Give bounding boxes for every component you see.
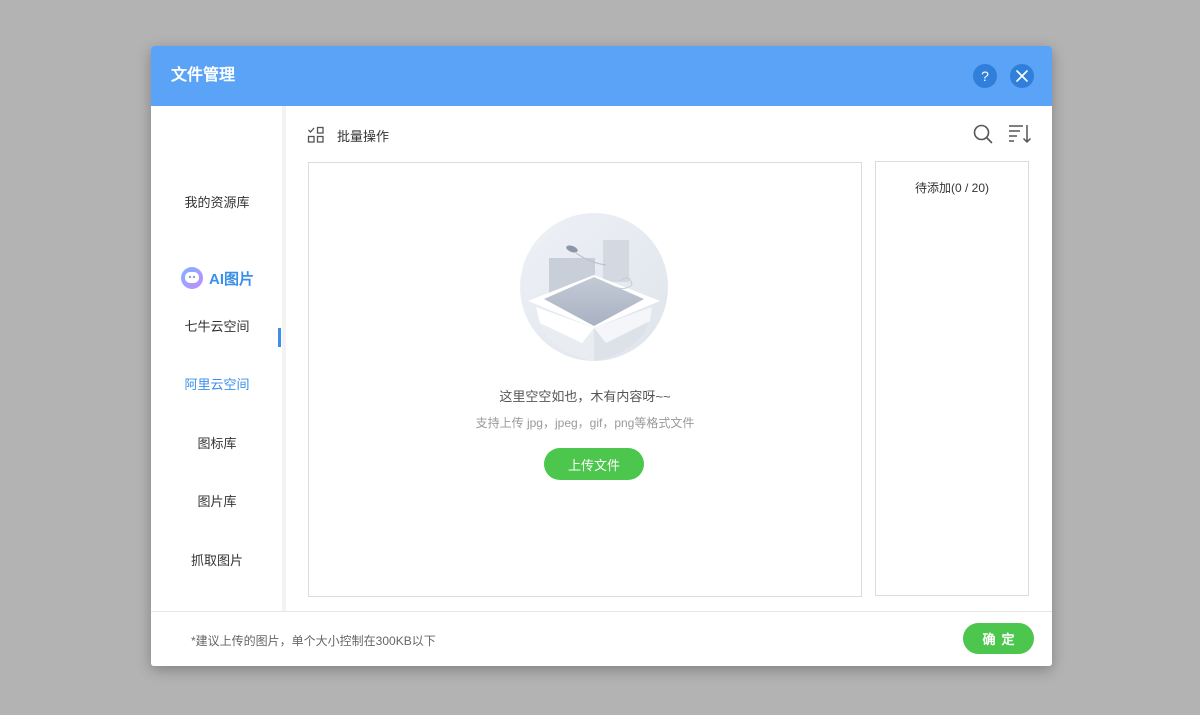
sidebar: 我的资源库 AI图片 七牛云空间 阿里云空间 图标库 图片库 抓取图片 (151, 106, 283, 611)
empty-state-hint: 支持上传 jpg，jpeg，gif，png等格式文件 (475, 416, 695, 430)
sidebar-item-label: AI图片 (209, 270, 255, 288)
sidebar-divider (282, 106, 286, 611)
footer-note: *建议上传的图片，单个大小控制在300KB以下 (191, 634, 436, 648)
sidebar-item-grab-images[interactable]: 抓取图片 (151, 552, 283, 570)
dialog-footer: *建议上传的图片，单个大小控制在300KB以下 确定 (151, 611, 1052, 666)
file-content-panel: 这里空空如也，木有内容呀~~ 支持上传 jpg，jpeg，gif，png等格式文… (308, 162, 862, 597)
active-indicator (278, 328, 281, 347)
close-button[interactable] (1010, 64, 1034, 88)
pending-count-title: 待添加(0 / 20) (914, 181, 990, 195)
sort-icon[interactable] (1008, 123, 1032, 145)
confirm-button[interactable]: 确定 (963, 623, 1034, 654)
dialog-header: 文件管理 ? (151, 46, 1052, 106)
empty-state-title: 这里空空如也，木有内容呀~~ (499, 389, 671, 404)
pending-panel: 待添加(0 / 20) (875, 161, 1029, 596)
batch-select-icon (307, 126, 324, 143)
ai-robot-icon (181, 267, 203, 289)
file-manager-dialog: 文件管理 ? 我的资源库 AI图片 七牛云空间 阿里云空间 图标库 图片库 抓取… (151, 46, 1052, 666)
upload-file-button[interactable]: 上传文件 (544, 448, 644, 480)
sidebar-item-icon-library[interactable]: 图标库 (151, 435, 283, 453)
sidebar-item-aliyun-space[interactable]: 阿里云空间 (151, 376, 283, 394)
dialog-title: 文件管理 (171, 67, 236, 84)
batch-operation-label: 批量操作 (337, 128, 390, 144)
search-icon[interactable] (972, 123, 994, 145)
help-icon: ? (981, 68, 989, 84)
help-button[interactable]: ? (973, 64, 997, 88)
sidebar-item-qiniu-space[interactable]: 七牛云空间 (151, 318, 283, 336)
batch-operation-button[interactable]: 批量操作 (307, 124, 389, 146)
close-icon (1016, 70, 1028, 82)
sidebar-item-my-library[interactable]: 我的资源库 (151, 194, 283, 212)
sidebar-item-image-library[interactable]: 图片库 (151, 493, 283, 511)
empty-box-illustration (520, 213, 668, 361)
sidebar-item-ai-images[interactable]: AI图片 (181, 266, 271, 290)
